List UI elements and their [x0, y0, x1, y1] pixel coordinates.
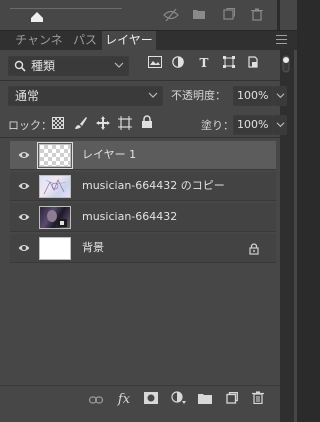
layer-name[interactable]: レイヤー 1	[82, 148, 136, 162]
blend-mode-value: 通常	[15, 89, 40, 103]
fill-dropdown[interactable]	[273, 115, 287, 135]
layers-bottom-toolbar: fx	[0, 391, 280, 411]
lock-label: ロック：	[8, 119, 52, 132]
folder-icon[interactable]	[191, 8, 207, 22]
delete-layer-icon[interactable]	[249, 391, 267, 409]
panel-tabs: チャンネル パス レイヤー	[0, 30, 297, 66]
smart-object-filter-icon[interactable]	[246, 56, 260, 70]
layer-thumbnail[interactable]	[39, 175, 71, 198]
layer-thumbnail[interactable]	[39, 206, 71, 229]
chevron-down-icon	[276, 122, 285, 128]
visibility-eye-icon[interactable]	[18, 212, 30, 222]
visibility-eye-icon[interactable]	[18, 243, 30, 253]
layer-row-background[interactable]: 背景	[10, 234, 276, 263]
visibility-eye-icon[interactable]	[18, 150, 30, 160]
lock-position-icon[interactable]	[96, 116, 110, 130]
add-mask-icon[interactable]	[142, 391, 160, 409]
blend-mode-select[interactable]: 通常	[8, 86, 163, 106]
filter-kind-select[interactable]: 種類	[8, 56, 129, 76]
chevron-down-icon	[114, 62, 124, 68]
link-layers-icon[interactable]	[87, 391, 105, 409]
lock-image-pixels-icon[interactable]	[74, 116, 88, 130]
layer-name[interactable]: musician-664432	[82, 210, 177, 224]
trash-icon[interactable]	[249, 8, 265, 22]
new-icon[interactable]	[221, 8, 237, 22]
divider	[0, 137, 280, 138]
layer-name[interactable]: 背景	[82, 241, 104, 255]
lock-artboard-icon[interactable]	[118, 116, 132, 130]
photo-thumbnail-image	[47, 210, 67, 227]
adjustment-filter-icon[interactable]	[171, 56, 185, 70]
lock-icon[interactable]	[249, 243, 259, 255]
layer-row-layer1[interactable]: レイヤー 1	[10, 141, 276, 170]
slider-thumb-icon[interactable]	[30, 12, 44, 22]
tab-paths[interactable]: パス	[70, 31, 100, 50]
search-icon	[14, 60, 26, 72]
hide-icon[interactable]	[163, 8, 179, 22]
tab-layers[interactable]: レイヤー	[102, 31, 156, 50]
filter-kind-label: 種類	[31, 59, 56, 73]
slider-track[interactable]	[10, 8, 122, 9]
layer-style-fx-button[interactable]: fx	[115, 391, 133, 409]
panel-right-edge	[294, 50, 297, 422]
panel-edge	[280, 0, 297, 30]
layer-thumbnail[interactable]	[37, 142, 73, 169]
opacity-input[interactable]: 100%	[233, 86, 273, 106]
tab-channels[interactable]: チャンネル	[10, 31, 68, 66]
chevron-down-icon	[276, 93, 285, 99]
lock-all-icon[interactable]	[141, 115, 153, 129]
chevron-down-icon	[148, 92, 158, 98]
previous-panel-strip	[0, 0, 297, 30]
divider	[0, 80, 280, 81]
shape-filter-icon[interactable]	[222, 56, 236, 70]
fill-input[interactable]: 100%	[233, 115, 273, 135]
opacity-label: 不透明度：	[171, 89, 226, 102]
layer-row-musician[interactable]: musician-664432	[10, 203, 276, 232]
divider	[0, 385, 280, 386]
filter-toggle-icon[interactable]	[280, 55, 292, 73]
new-layer-icon[interactable]	[223, 391, 241, 409]
pixel-filter-icon[interactable]	[148, 56, 162, 70]
lock-transparent-icon[interactable]	[52, 117, 64, 129]
layer-thumbnail[interactable]	[39, 237, 71, 260]
adjustment-layer-icon[interactable]	[170, 391, 188, 409]
sketch-thumbnail-image	[43, 179, 67, 195]
visibility-eye-icon[interactable]	[18, 181, 30, 191]
panel-menu-icon[interactable]	[276, 35, 287, 46]
opacity-dropdown[interactable]	[273, 86, 287, 106]
fill-label: 塗り：	[201, 119, 234, 132]
type-filter-icon[interactable]: T	[197, 56, 211, 70]
new-group-icon[interactable]	[196, 391, 214, 409]
layer-name[interactable]: musician-664432 のコピー	[82, 179, 225, 193]
layer-row-musician-copy[interactable]: musician-664432 のコピー	[10, 172, 276, 201]
